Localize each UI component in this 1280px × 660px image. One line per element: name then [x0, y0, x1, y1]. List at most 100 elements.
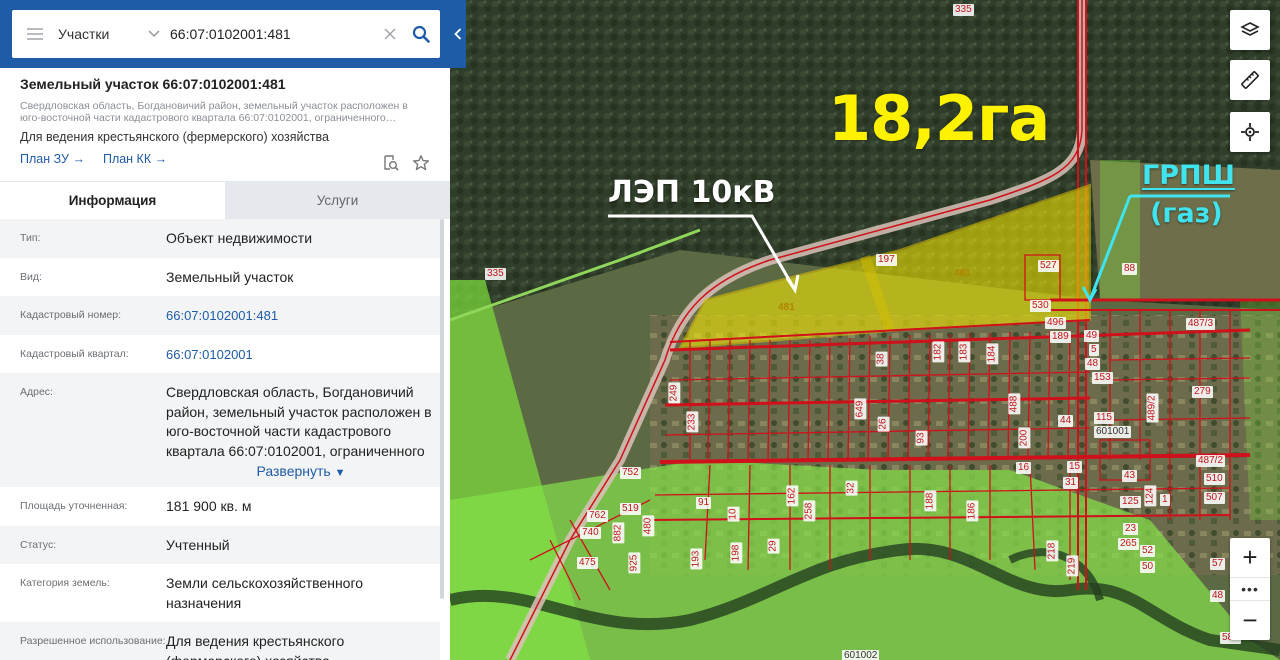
info-value: Для ведения крестьянского (фермерского) … [166, 633, 345, 660]
expand-button[interactable]: Развернуть ▼ [166, 461, 436, 487]
measure-button[interactable] [1230, 60, 1270, 100]
search-button[interactable] [402, 25, 440, 43]
plot-number: 489/2 [1146, 393, 1159, 423]
plot-number: 189 [1050, 331, 1071, 343]
plot-number: 496 [1045, 317, 1066, 329]
cadastral-quarter-link[interactable]: 66:07:0102001 [166, 335, 436, 374]
plot-number: 1 [1160, 494, 1170, 506]
info-label: Кадастровый квартал: [20, 347, 129, 360]
zoom-in-button[interactable]: + [1230, 538, 1270, 577]
plot-number: 91 [696, 497, 712, 509]
plot-number: 249 [668, 382, 681, 404]
plot-number: 507 [1204, 492, 1225, 504]
info-label: Категория земель: [20, 577, 110, 589]
plot-number: 48 [1085, 358, 1101, 370]
collapse-panel-button[interactable] [450, 0, 466, 68]
plot-number: 57 [1210, 558, 1226, 570]
info-value: Земельный участок [166, 268, 294, 285]
plot-number: 279 [1192, 386, 1213, 398]
chevron-left-icon [454, 28, 462, 40]
object-title: Земельный участок 66:07:0102001:481 [20, 76, 286, 92]
plan-kk-link[interactable]: План КК → [103, 152, 167, 166]
zoom-out-button[interactable]: − [1230, 601, 1270, 640]
search-on-map-icon[interactable] [382, 154, 400, 172]
plot-number: 88 [1122, 263, 1138, 275]
info-row-type: Тип: Объект недвижимости [0, 219, 440, 258]
locate-button[interactable] [1230, 112, 1270, 152]
plot-number: 530 [1030, 300, 1051, 312]
plot-number: 115 [1094, 412, 1114, 424]
plot-number: 487/3 [1186, 318, 1216, 330]
search-type-select[interactable]: Участки [58, 26, 166, 42]
plot-number: 26 [877, 416, 890, 432]
plot-number: 16 [1016, 462, 1032, 474]
info-label: Площадь уточненная: [20, 500, 128, 512]
cadastral-quarter-label: 601001 [1094, 426, 1132, 438]
plot-number: 475 [577, 557, 598, 569]
area-annotation: 18,2га [828, 82, 1050, 155]
cadastral-number-link[interactable]: 66:07:0102001:481 [166, 296, 436, 335]
plot-number: 43 [1122, 470, 1138, 482]
plot-number: 125 [1120, 496, 1141, 508]
search-input[interactable] [166, 26, 378, 42]
map-view[interactable]: 335 335 197 481 481 527 88 530 496 189 4… [450, 0, 1280, 660]
tab-services[interactable]: Услуги [225, 182, 450, 219]
object-header: Земельный участок 66:07:0102001:481 Свер… [0, 68, 450, 171]
gas-annotation: (газ) [1150, 198, 1223, 229]
plot-number: 162 [786, 485, 799, 507]
plot-number: 182 [932, 341, 945, 363]
plan-zu-link[interactable]: План ЗУ → [20, 152, 85, 166]
info-row-status: Статус: Учтенный [0, 525, 440, 564]
plot-number: 52 [1140, 545, 1156, 557]
plot-number: 487/2 [1196, 455, 1226, 467]
star-icon[interactable] [412, 154, 430, 172]
plot-number: 258 [803, 500, 816, 522]
info-label: Статус: [20, 538, 57, 551]
plot-number: 335 [485, 268, 506, 280]
plot-number: 10 [727, 506, 740, 522]
plot-number: 925 [628, 552, 641, 574]
info-row-usage: Разрешенное использование: Для ведения к… [0, 622, 440, 660]
more-button[interactable]: ••• [1230, 577, 1270, 601]
plot-number: 31 [1063, 477, 1079, 489]
chevron-down-icon: ▼ [334, 467, 346, 479]
info-label: Тип: [20, 232, 41, 244]
tab-information[interactable]: Информация [0, 182, 225, 219]
plot-number: 510 [1204, 473, 1225, 485]
plot-number: 762 [587, 510, 608, 522]
search-icon [412, 25, 430, 43]
layers-button[interactable] [1230, 10, 1270, 50]
info-value: 181 900 кв. м [166, 498, 252, 514]
plot-number: 44 [1058, 415, 1074, 427]
search-header: Участки [0, 0, 466, 68]
plot-number: 29 [767, 538, 780, 554]
scrollbar[interactable] [440, 219, 444, 599]
object-purpose: Для ведения крестьянского (фермерского) … [20, 130, 329, 144]
menu-button[interactable] [12, 27, 58, 41]
plot-number: 335 [953, 4, 974, 16]
info-label: Адрес: [20, 386, 53, 398]
plan-kk-label: План КК [102, 152, 152, 166]
plot-number: 488 [1008, 393, 1021, 415]
info-value: Объект недвижимости [166, 230, 313, 246]
info-list: Тип: Объект недвижимости Вид: Земельный … [0, 219, 440, 660]
info-row-category: Категория земель: Земли сельскохозяйстве… [0, 564, 440, 622]
plot-number: 50 [1140, 561, 1156, 573]
hamburger-icon [27, 28, 43, 40]
close-icon [384, 27, 396, 40]
plot-number: 49 [1084, 330, 1100, 342]
clear-button[interactable] [378, 24, 402, 45]
info-panel: Земельный участок 66:07:0102001:481 Свер… [0, 0, 450, 660]
plot-number: 184 [986, 343, 999, 365]
info-row-quarter: Кадастровый квартал: 66:07:0102001 [0, 335, 440, 374]
info-label: Кадастровый номер: [20, 309, 122, 321]
gas-station-annotation: ГРПШ [1142, 160, 1235, 191]
plot-number: 649 [854, 398, 867, 420]
plot-number: 197 [876, 254, 897, 266]
plot-number: 193 [690, 548, 703, 570]
plot-number: 218 [1046, 540, 1059, 562]
plot-number: 481 [778, 302, 795, 313]
plot-number: 198 [730, 542, 743, 564]
object-description: Свердловская область, Богдановичий район… [20, 100, 408, 124]
plan-links: План ЗУ → План КК → [20, 152, 430, 166]
